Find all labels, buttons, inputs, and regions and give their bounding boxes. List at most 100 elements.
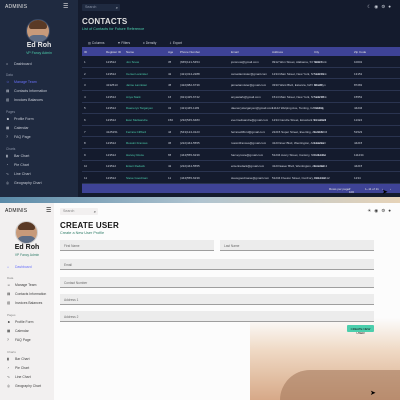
sidebar-item-line-chart[interactable]: ∿ Line Chart bbox=[7, 375, 31, 379]
table-cell: Esteras bbox=[314, 141, 325, 146]
column-header[interactable]: Register ID bbox=[106, 50, 121, 54]
sidebar-item-calendar[interactable]: ▦ Calendar bbox=[7, 329, 29, 333]
email-field[interactable]: Email bbox=[60, 259, 374, 270]
help-icon: ? bbox=[7, 338, 9, 342]
table-cell: 123512 bbox=[106, 152, 117, 157]
brand-logo: ADMINIS bbox=[5, 4, 28, 10]
map-icon: ◎ bbox=[7, 384, 10, 388]
table-cell: 123512 bbox=[106, 164, 117, 169]
table-cell: Esteras bbox=[314, 164, 325, 169]
table-cell: Steve Goodman bbox=[126, 176, 148, 180]
density-button[interactable]: ≡ Density bbox=[143, 41, 162, 45]
sidebar-item-contacts[interactable]: ▤ Contacts Information bbox=[6, 89, 47, 93]
last-name-field[interactable]: Last Name bbox=[220, 240, 374, 251]
sidebar: ADMINIS ☰ Ed Roh VP Fancy Admin ⌂ Dashboa… bbox=[0, 0, 78, 197]
sidebar-item-bar-chart[interactable]: ▮ Bar Chart bbox=[7, 357, 30, 361]
table-cell: Harvey Roxie bbox=[126, 152, 145, 157]
sidebar-item-profile[interactable]: ☻ Profile Form bbox=[7, 320, 33, 324]
address1-field[interactable]: Address 1 bbox=[60, 294, 374, 305]
column-header[interactable]: Email bbox=[231, 50, 239, 54]
table-cell: New York bbox=[314, 71, 327, 76]
search-input[interactable]: Search ⌕ bbox=[82, 4, 120, 11]
search-input[interactable]: Search ⌕ bbox=[60, 208, 98, 215]
search-icon[interactable]: ⌕ bbox=[94, 209, 96, 214]
table-row[interactable]: 7 4125151 Ferrara Clifford 44 (543)124-0123 f… bbox=[82, 126, 400, 138]
sidebar-item-geography-chart[interactable]: ◎ Geography Chart bbox=[7, 384, 41, 388]
table-cell: 13151 bbox=[354, 71, 363, 76]
sidebar-item-profile[interactable]: ☻ Profile Form bbox=[6, 117, 34, 121]
contact-number-field[interactable]: Contact Number bbox=[60, 277, 374, 288]
avatar bbox=[15, 221, 38, 244]
sidebar-item-faq[interactable]: ? FAQ Page bbox=[7, 338, 31, 342]
user-role: VP Fancy Admin bbox=[14, 253, 40, 257]
table-row[interactable]: 5 123512 Daenerys Targaryen 31 (421)445-1189… bbox=[82, 102, 400, 115]
sidebar-item-manage-team[interactable]: ☺ Manage Team bbox=[7, 283, 36, 287]
line-chart-icon: ∿ bbox=[7, 375, 10, 379]
table-row[interactable]: 6 123512 Ever Melisandre 150 (232)545-6483 ev… bbox=[82, 114, 400, 126]
column-header[interactable]: Age bbox=[168, 50, 173, 54]
home-icon: ⌂ bbox=[7, 265, 10, 269]
filters-button[interactable]: ▼ Filters bbox=[117, 41, 136, 45]
table-cell: 51523 bbox=[354, 129, 363, 134]
table-cell: New York bbox=[314, 94, 327, 99]
table-cell: (422)982-6739 bbox=[180, 83, 200, 88]
table-cell: 150 bbox=[168, 118, 174, 122]
sidebar-item-invoices[interactable]: ▥ Invoices Balances bbox=[6, 98, 43, 102]
sidebar-item-faq[interactable]: ? FAQ Page bbox=[6, 135, 31, 139]
table-row[interactable]: 3 4132513 Jaime Lannister 45 (422)982-6739 ja… bbox=[82, 79, 400, 91]
calendar-icon: ▦ bbox=[7, 329, 11, 333]
sidebar-item-invoices[interactable]: ▥ Invoices Balances bbox=[7, 301, 42, 305]
user-role: VP Fancy Admin bbox=[26, 51, 52, 55]
table-cell: 123512 bbox=[106, 94, 117, 99]
pagination-range: 1–11 of 11 bbox=[365, 187, 379, 191]
sidebar-item-pie-chart[interactable]: ◔ Pie Chart bbox=[6, 163, 29, 167]
sidebar-item-contacts[interactable]: ▤ Contacts Information bbox=[7, 292, 46, 296]
column-header[interactable]: City bbox=[314, 50, 319, 54]
table-cell: 44234 bbox=[354, 106, 363, 111]
profile-icon[interactable]: ● bbox=[388, 4, 394, 9]
columns-button[interactable]: ▥ Columns bbox=[88, 41, 110, 45]
profile-icon[interactable]: ● bbox=[388, 208, 394, 213]
table-cell: Jaime Lannister bbox=[126, 83, 148, 88]
table-cell: (232)545-6483 bbox=[180, 118, 200, 122]
table-cell: harveyroxie@gmail.com bbox=[231, 152, 264, 157]
sidebar-item-line-chart[interactable]: ∿ Line Chart bbox=[6, 172, 31, 176]
table-row[interactable]: 8 123512 Rossini Frances 36 (222)444-5555 ros… bbox=[82, 137, 400, 149]
table-cell: (444)555-6239 bbox=[180, 176, 200, 180]
sidebar-item-dashboard[interactable]: ⌂ Dashboard bbox=[7, 265, 32, 269]
column-header[interactable]: Name bbox=[126, 50, 134, 54]
table-cell: rossinifrances@gmail.com bbox=[231, 141, 267, 146]
table-row[interactable]: 4 123512 Anya Stark 16 (921)425-6742 anyastar… bbox=[82, 91, 400, 103]
search-icon[interactable]: ⌕ bbox=[116, 5, 118, 10]
next-page-icon[interactable]: › bbox=[390, 187, 391, 191]
table-row[interactable]: 10 123512 Enteri Redack 42 (222)444-5555 ente… bbox=[82, 160, 400, 173]
column-header[interactable]: ID bbox=[84, 50, 87, 54]
sidebar-item-dashboard[interactable]: ⌂ Dashboard bbox=[6, 62, 32, 66]
sidebar-item-bar-chart[interactable]: ▮ Bar Chart bbox=[6, 154, 29, 158]
table-row[interactable]: 11 123512 Steve Goodman 11 (444)555-6239 stev… bbox=[82, 172, 400, 184]
create-new-user-button[interactable]: CREATE NEW USER bbox=[347, 325, 374, 335]
export-button[interactable]: ⇩ Export bbox=[169, 41, 188, 45]
first-name-field[interactable]: First Name bbox=[60, 240, 214, 251]
menu-toggle-icon[interactable]: ☰ bbox=[46, 207, 51, 214]
table-row[interactable]: 2 123512 Cersei Lannister 42 (421)314-2288 ce… bbox=[82, 68, 400, 80]
sidebar-item-geography-chart[interactable]: ◎ Geography Chart bbox=[6, 181, 42, 185]
table-cell: 9 bbox=[84, 152, 86, 157]
section-charts: Charts bbox=[6, 147, 16, 151]
column-header[interactable]: Address bbox=[272, 50, 283, 54]
column-header[interactable]: Phone Number bbox=[180, 50, 200, 54]
sidebar-item-pie-chart[interactable]: ◔ Pie Chart bbox=[7, 366, 29, 370]
table-cell: cerseilannister@gmail.com bbox=[231, 71, 268, 76]
table-cell: (665)121-5454 bbox=[180, 60, 200, 64]
sidebar-item-calendar[interactable]: ▦ Calendar bbox=[6, 126, 29, 130]
sidebar-item-manage-team[interactable]: ☺ Manage Team bbox=[6, 80, 37, 84]
pie-chart-icon: ◔ bbox=[7, 366, 10, 370]
table-row[interactable]: 9 123512 Harvey Roxie 65 (444)555-6239 harvey… bbox=[82, 149, 400, 161]
table-row[interactable]: 1 123512 Jon Snow 35 (665)121-5454 jonsnow@gm… bbox=[82, 56, 400, 68]
table-header: ID Register ID Name Age Phone Number Email Add… bbox=[82, 47, 400, 56]
rows-per-page-select[interactable]: 100 ▾ bbox=[349, 187, 354, 194]
address2-field[interactable]: Address 2 bbox=[60, 311, 374, 322]
column-header[interactable]: Zip Code bbox=[354, 50, 366, 54]
menu-toggle-icon[interactable]: ☰ bbox=[63, 3, 68, 10]
table-cell: Enteri Redack bbox=[126, 164, 145, 169]
